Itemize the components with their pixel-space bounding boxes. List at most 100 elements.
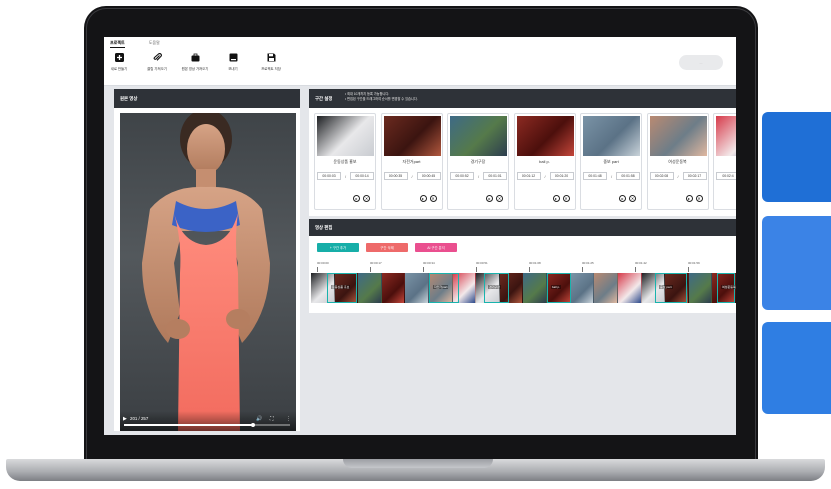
ruler-tick	[582, 267, 583, 272]
segment-thumbnail	[317, 116, 374, 156]
new-button[interactable]: 새로 만들기	[106, 52, 132, 71]
segment-card[interactable]: 중보 part 00:01:48 / 00:01:58 ▸ ✕	[580, 113, 642, 210]
segment-card[interactable]: ball p. 00:01:12 / 00:01:20 ▸ ✕	[513, 113, 576, 210]
play-segment-icon[interactable]: ▸	[353, 195, 360, 202]
segment-thumbnail	[450, 116, 507, 156]
segment-end-input[interactable]: 00:01:20	[549, 172, 574, 180]
segment-name: ball p.	[539, 159, 550, 164]
delete-segment-icon[interactable]: ✕	[496, 195, 503, 202]
import-source-button[interactable]: 원본 영상 가져오기	[182, 52, 208, 71]
import-clip-button[interactable]: 클립 가져오기	[144, 52, 170, 71]
segment-end-input[interactable]: 00:01:58	[616, 172, 640, 180]
segment-card[interactable]: 00:02:4 / ▸ ✕	[713, 113, 736, 210]
new-label: 새로 만들기	[110, 67, 128, 71]
plus-square-icon	[114, 52, 124, 62]
export-button[interactable]: 보내기	[220, 52, 246, 71]
source-video-panel: 원본 영상 ▶ 201 / 257 🔊 ⛶ ⋮	[114, 89, 300, 431]
segment-start-input[interactable]: 00:01:12	[516, 172, 541, 180]
segment-start-input[interactable]: 00:00:35	[383, 172, 408, 180]
segment-start-input[interactable]: 00:00:52	[450, 172, 474, 180]
video-edit-panel: 영상 편집 + 구간 추가 구간 삭제 AI 구간 분석 00:00:00 00:…	[309, 219, 736, 313]
segment-start-input[interactable]: 00:02:08	[649, 172, 674, 180]
ruler-label: 00:01:59	[688, 261, 700, 265]
timeline-segment[interactable]: 자전거part	[429, 273, 459, 303]
tab-help[interactable]: 도움말	[149, 40, 160, 48]
segment-start-input[interactable]: 00:01:48	[583, 172, 607, 180]
video-progress-fill	[124, 424, 254, 426]
add-segment-button[interactable]: + 구간 추가	[317, 243, 359, 252]
delete-segment-icon[interactable]: ✕	[695, 195, 703, 202]
ruler-label: 00:00:34	[423, 261, 435, 265]
timeline-segment-label: ball p.	[551, 285, 562, 289]
timeline-frame	[594, 273, 618, 303]
time-separator: /	[610, 173, 613, 179]
segment-actions: ▸ ✕	[552, 195, 570, 202]
delete-segment-icon[interactable]: ✕	[629, 195, 636, 202]
segment-thumbnail	[583, 116, 640, 156]
timeline-segment[interactable]: 중보 part	[655, 273, 687, 303]
timeline-segment[interactable]: 여성운동복	[717, 273, 736, 303]
fullscreen-icon[interactable]: ⛶	[270, 416, 274, 422]
ai-analyze-button[interactable]: AI 구간 분석	[415, 243, 457, 252]
save-project-button[interactable]: 프로젝트 저장	[258, 52, 284, 71]
segment-card[interactable]: 여성운동복 00:02:08 / 00:02:17 ▸ ✕	[646, 113, 709, 210]
play-segment-icon[interactable]: ▸	[619, 195, 626, 202]
segment-actions: ▸ ✕	[685, 195, 703, 202]
segment-times: 00:01:12 / 00:01:20	[516, 172, 574, 180]
delete-segment-icon[interactable]: ✕	[562, 195, 570, 202]
timeline-frame	[570, 273, 595, 303]
time-separator: /	[344, 173, 347, 179]
user-pill[interactable]: ···	[679, 55, 723, 70]
delete-segment-button[interactable]: 구간 삭제	[366, 243, 408, 252]
segment-end-input[interactable]: 00:00:45	[416, 172, 441, 180]
video-progress-knob[interactable]	[251, 422, 256, 427]
play-icon[interactable]: ▶	[123, 416, 127, 422]
timeline-segment-label: 경기구장	[488, 285, 502, 289]
segment-name: 경기구장	[470, 159, 486, 164]
segment-times: 00:02:08 / 00:02:17	[649, 172, 707, 180]
video-progress[interactable]	[124, 422, 290, 427]
download-icon	[228, 52, 238, 62]
segment-times: 00:00:52 / 00:01:01	[450, 172, 507, 180]
segment-end-input[interactable]: 00:02:17	[682, 172, 707, 180]
segment-end-input[interactable]: 00:01:01	[483, 172, 507, 180]
segment-card[interactable]: 자전거part 00:00:35 / 00:00:45 ▸ ✕	[380, 113, 443, 210]
segment-card[interactable]: 운동상품 홍보 00:00:03 / 00:00:14 ▸ ✕	[314, 113, 376, 210]
segment-settings-title: 구간 설정	[315, 95, 333, 101]
play-segment-icon[interactable]: ▸	[486, 195, 493, 202]
timeline-segment[interactable]: 운동상품 홍보	[327, 273, 357, 303]
runner-image	[142, 113, 270, 431]
time-separator: /	[544, 173, 546, 179]
segment-card[interactable]: 경기구장 00:00:52 / 00:01:01 ▸ ✕	[447, 113, 509, 210]
play-segment-icon[interactable]: ▸	[685, 195, 693, 202]
video-player[interactable]: ▶ 201 / 257 🔊 ⛶ ⋮	[120, 113, 296, 431]
segment-name: 운동상품 홍보	[333, 159, 357, 164]
segment-start-input[interactable]: 00:02:4	[716, 172, 736, 180]
timeline-frame	[523, 273, 548, 303]
more-icon[interactable]: ⋮	[286, 416, 291, 422]
ruler-tick	[423, 267, 424, 272]
ruler-label: 00:00:00	[317, 261, 329, 265]
time-separator: /	[477, 173, 480, 179]
timeline-frame	[358, 273, 382, 303]
segment-times: 00:00:35 / 00:00:45	[383, 172, 441, 180]
timeline-segment-label: 여성운동복	[721, 285, 736, 289]
timeline-segment[interactable]: 경기구장	[484, 273, 509, 303]
segment-start-input[interactable]: 00:00:03	[317, 172, 341, 180]
segment-actions: ▸ ✕	[353, 195, 370, 202]
source-video-title: 원본 영상	[114, 89, 300, 108]
timeline-segment[interactable]: ball p.	[547, 273, 571, 303]
delete-segment-icon[interactable]: ✕	[363, 195, 370, 202]
segment-end-input[interactable]: 00:00:14	[350, 172, 374, 180]
segment-times: 00:00:03 / 00:00:14	[317, 172, 374, 180]
timeline-segment-label: 중보 part	[659, 285, 673, 289]
play-segment-icon[interactable]: ▸	[552, 195, 560, 202]
play-segment-icon[interactable]: ▸	[419, 195, 427, 202]
ruler-tick	[370, 267, 371, 272]
time-separator: /	[411, 173, 413, 179]
delete-segment-icon[interactable]: ✕	[429, 195, 437, 202]
timeline-frame	[405, 273, 430, 303]
tab-project[interactable]: 프로젝트	[110, 40, 125, 48]
app-screen: 프로젝트 도움말 새로 만들기 클립 가져오기 원본 영상 가져오기 보내기 프…	[104, 37, 736, 435]
volume-icon[interactable]: 🔊	[256, 416, 262, 422]
